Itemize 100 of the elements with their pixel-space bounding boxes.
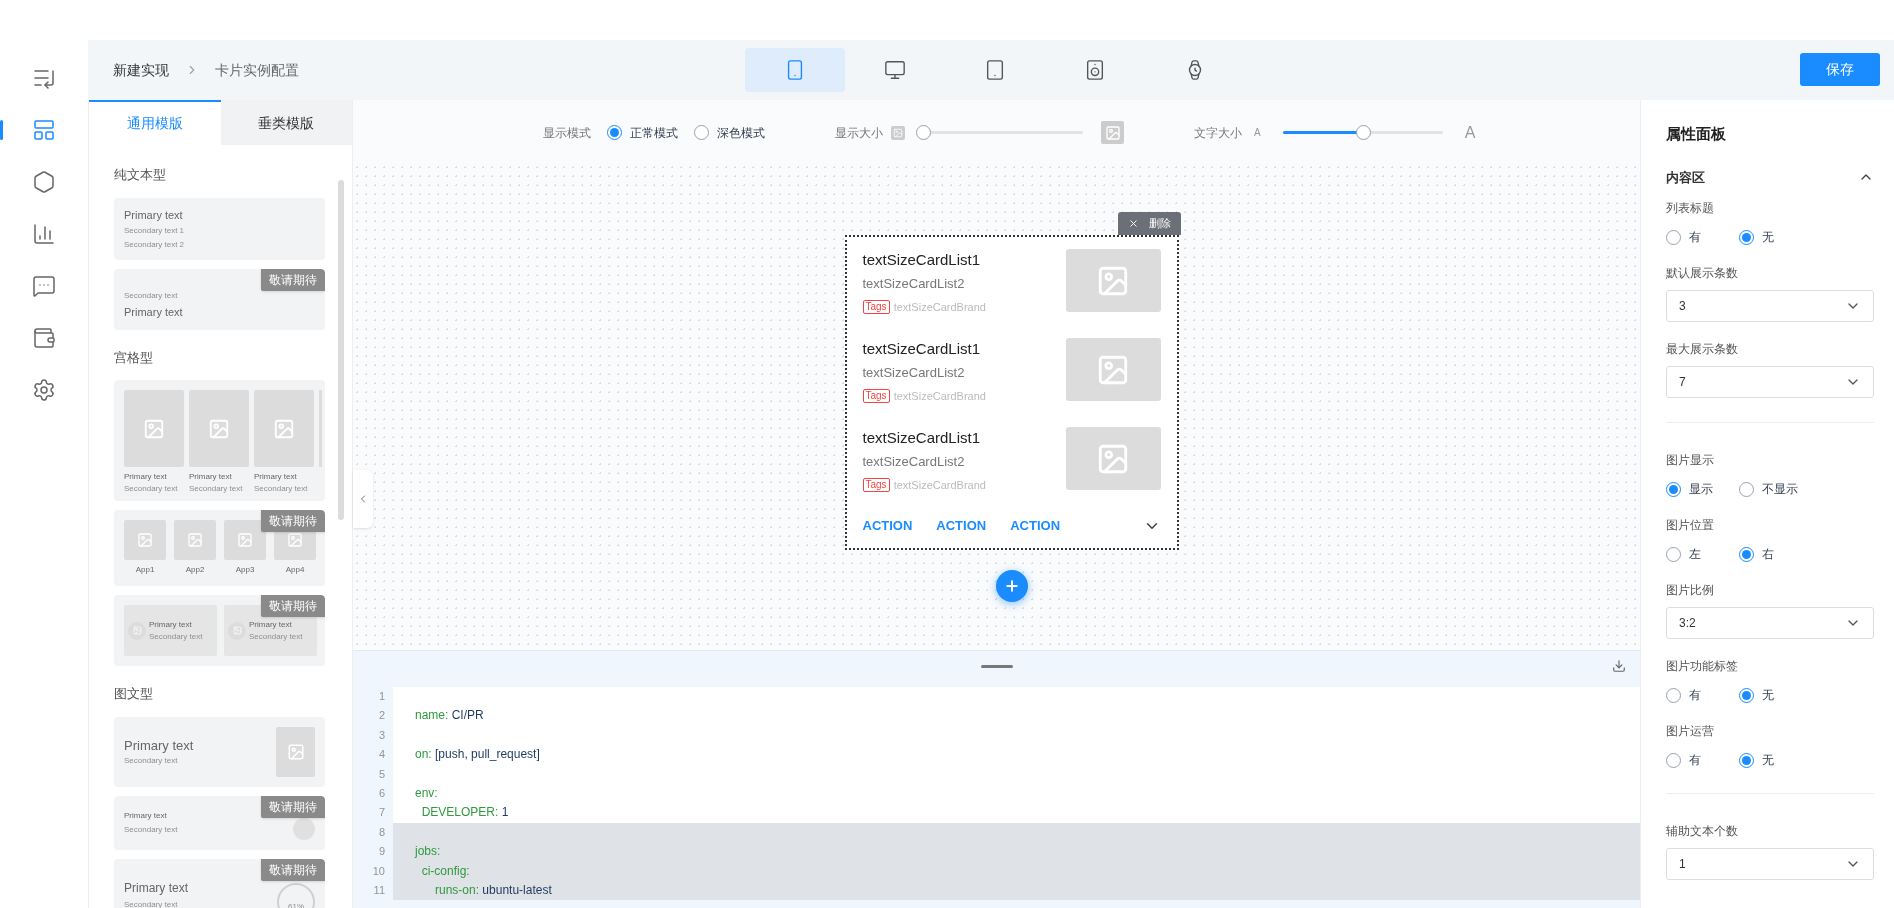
- tag: Tags: [862, 389, 890, 404]
- field-label: 图片位置: [1666, 517, 1715, 534]
- list-card[interactable]: textSizeCardList1 textSizeCardList2 Tags textSizeCardBrand textSizeCardList1 textSizeCardList2 Tags textSizeCardBrand textSizeCardList1 textSizeCardList2 Tags textSizeCardBrand ACTION ACTION ACTION: [844, 235, 1179, 550]
- action-button[interactable]: ACTION: [862, 516, 913, 536]
- radio-label: 有: [1689, 752, 1701, 769]
- radio-button[interactable]: [1666, 752, 1681, 768]
- radio-button[interactable]: [1666, 546, 1681, 562]
- message-icon[interactable]: [32, 274, 56, 298]
- select-field[interactable]: 3: [1666, 290, 1874, 322]
- action-button[interactable]: ACTION: [1010, 516, 1061, 536]
- code-value: CI/PR: [450, 708, 484, 723]
- collapse-handle[interactable]: [353, 470, 373, 528]
- radio-button[interactable]: [1666, 481, 1681, 497]
- code-key: runs-on:: [415, 882, 480, 897]
- template-secondary-text: Secondary text: [124, 483, 179, 495]
- select-field[interactable]: 1: [1666, 848, 1874, 880]
- template-card[interactable]: Primary text Secondary text 1 Secondary text 2: [114, 197, 325, 260]
- drag-handle[interactable]: [980, 664, 1013, 668]
- bar-chart-icon[interactable]: [32, 222, 56, 246]
- panel-title: 属性面板: [1666, 124, 1727, 144]
- template-primary-text: Primary text: [124, 879, 188, 897]
- code-key: on:: [415, 747, 432, 762]
- radio-button[interactable]: [607, 125, 622, 140]
- radio-label: 无: [1762, 752, 1774, 769]
- radio-label: 不显示: [1762, 481, 1798, 498]
- line-number: 10: [371, 863, 386, 879]
- template-card[interactable]: Primary text Secondary text: [114, 716, 325, 787]
- scrollbar[interactable]: [338, 180, 344, 520]
- add-button[interactable]: [995, 569, 1028, 602]
- image-icon: [137, 532, 153, 548]
- radio-button[interactable]: [1739, 752, 1754, 768]
- template-secondary-text: Secondary text: [189, 483, 244, 495]
- section-title: 纯文本型: [114, 166, 167, 184]
- line-number: 6: [377, 785, 386, 801]
- line-number: 1: [377, 689, 386, 704]
- app-label: App4: [285, 564, 305, 576]
- list-item-title: textSizeCardList1: [862, 339, 982, 359]
- template-primary-text: Primary text: [189, 471, 233, 483]
- template-secondary-text: Secondary text: [124, 290, 179, 302]
- slider-thumb[interactable]: [916, 125, 931, 140]
- line-number: 8: [377, 824, 386, 840]
- coming-soon-badge: 敬请期待: [261, 510, 325, 532]
- image-icon: [286, 742, 305, 761]
- template-secondary-text: Secondary text 1: [124, 225, 186, 237]
- layout-icon[interactable]: [32, 118, 56, 142]
- save-button[interactable]: 保存: [1800, 53, 1880, 86]
- delete-button[interactable]: 删除: [1117, 212, 1181, 235]
- wallet-icon[interactable]: [32, 326, 56, 350]
- line-number: 7: [377, 805, 386, 821]
- image-icon: [187, 532, 203, 548]
- field-label: 图片功能标签: [1666, 658, 1739, 675]
- radio-button[interactable]: [1739, 687, 1754, 703]
- coming-soon-badge: 敬请期待: [261, 595, 325, 617]
- hexagon-icon[interactable]: [32, 170, 56, 194]
- radio-button[interactable]: [1666, 229, 1681, 245]
- coming-soon-badge: 敬请期待: [261, 269, 325, 291]
- select-field[interactable]: 3:2: [1666, 607, 1874, 639]
- action-button[interactable]: ACTION: [936, 516, 987, 536]
- text-size-label: 文字大小: [1194, 124, 1242, 142]
- list-item-subtitle: textSizeCardList2: [862, 452, 966, 471]
- tag: Tags: [862, 478, 890, 493]
- large-image-icon: [1101, 121, 1124, 144]
- radio-label: 无: [1762, 229, 1774, 246]
- radio-label: 正常模式: [630, 124, 678, 142]
- app-label: App3: [235, 564, 255, 576]
- section-title: 宫格型: [114, 348, 154, 367]
- template-card[interactable]: Primary text Secondary text Primary text Secondary text Primary text Secondary text: [114, 380, 325, 501]
- small-a-label: A: [1254, 126, 1261, 140]
- template-card[interactable]: Primary text Secondary text 敬请期待: [114, 795, 325, 850]
- radio-label: 无: [1762, 687, 1774, 704]
- slider-thumb[interactable]: [1355, 125, 1371, 140]
- field-label: 图片运营: [1666, 723, 1715, 740]
- settings-icon[interactable]: [32, 378, 56, 402]
- line-number: 4: [377, 747, 386, 763]
- radio-button[interactable]: [1666, 687, 1681, 703]
- radio-label: 深色模式: [717, 124, 765, 142]
- template-primary-text: Primary text: [124, 305, 184, 320]
- radio-button[interactable]: [1739, 229, 1754, 245]
- template-secondary-text: Secondary text: [124, 823, 178, 836]
- field-label: 图片显示: [1666, 452, 1715, 469]
- template-secondary-text: Secondary text 2: [124, 239, 186, 251]
- image-icon: [237, 532, 253, 548]
- radio-button[interactable]: [1739, 546, 1754, 562]
- template-card[interactable]: Primary text Secondary text 61% 敬请期待: [114, 858, 325, 908]
- select-field[interactable]: 7: [1666, 366, 1874, 398]
- image-icon: [208, 417, 230, 440]
- coming-soon-badge: 敬请期待: [261, 858, 325, 881]
- template-secondary-text: Secondary text: [249, 630, 303, 643]
- template-card[interactable]: 敬请期待 Primary text Secondary text Primary text Secondary text: [114, 595, 325, 666]
- breadcrumb-current: 卡片实例配置: [215, 60, 299, 80]
- template-card[interactable]: Secondary text Primary text 敬请期待: [114, 269, 325, 330]
- template-card[interactable]: 敬请期待 App1 App2 App3 App4: [114, 510, 325, 586]
- radio-button[interactable]: [1739, 481, 1754, 497]
- line-number: 5: [377, 766, 386, 782]
- breadcrumb-link[interactable]: 新建实现: [113, 59, 169, 81]
- code-key: ci-config:: [415, 863, 470, 878]
- template-tab[interactable]: 垂类模版: [220, 100, 352, 145]
- radio-button[interactable]: [694, 125, 709, 140]
- download-icon[interactable]: [1612, 659, 1626, 673]
- display-size-label: 显示大小: [835, 124, 883, 142]
